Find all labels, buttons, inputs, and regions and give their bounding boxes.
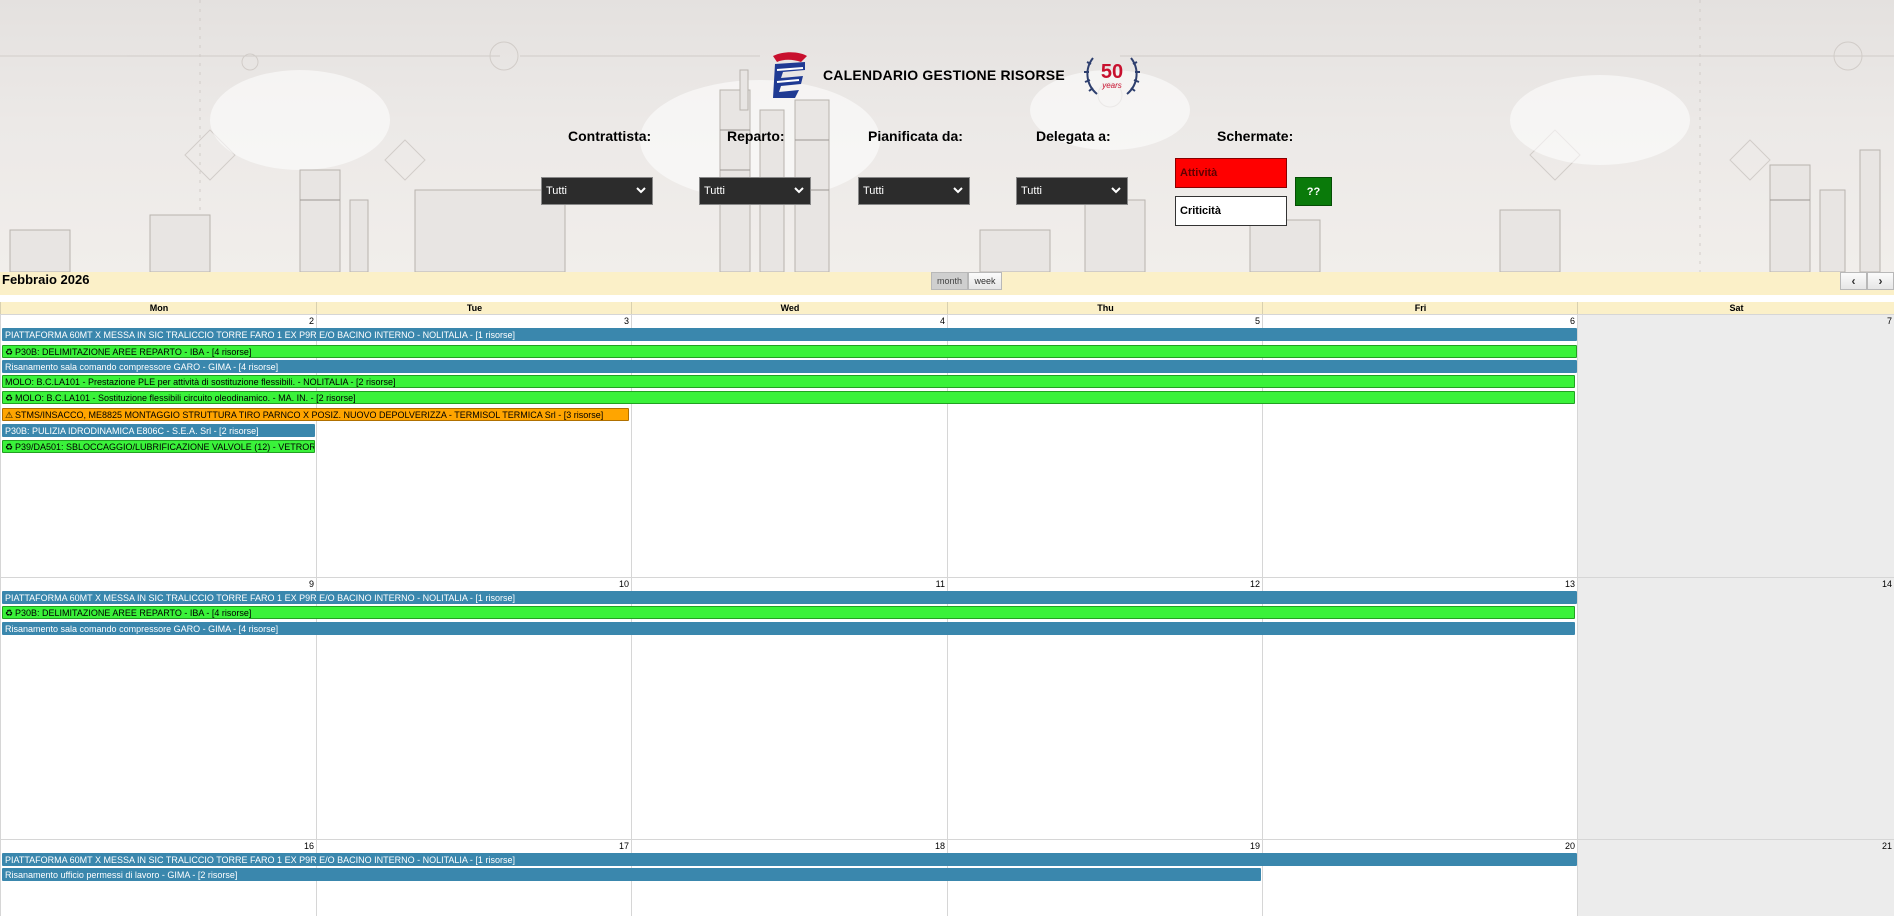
pianificata-select[interactable]: Tutti (858, 177, 970, 205)
day-cell-weekend[interactable]: 21 (1577, 839, 1894, 916)
day-cell[interactable]: 20 (1262, 839, 1577, 916)
calendar-event[interactable]: Risanamento sala comando compressore GAR… (2, 622, 1575, 635)
day-number: 20 (1564, 841, 1575, 851)
calendar-event[interactable]: PIATTAFORMA 60MT X MESSA IN SIC TRALICCI… (2, 591, 1577, 604)
event-label: Risanamento ufficio permessi di lavoro -… (5, 870, 238, 880)
day-number: 9 (308, 579, 314, 589)
contrattista-select[interactable]: Tutti (541, 177, 653, 205)
day-number: 3 (623, 316, 629, 326)
day-cell-weekend[interactable]: 14 (1577, 577, 1894, 839)
dow-tue: Tue (316, 302, 632, 314)
reparto-select[interactable]: Tutti (699, 177, 811, 205)
delegata-select[interactable]: Tutti (1016, 177, 1128, 205)
week-view-button[interactable]: week (968, 272, 1002, 290)
event-label: P30B: DELIMITAZIONE AREE REPARTO - IBA -… (15, 608, 252, 618)
calendar-event[interactable]: Risanamento ufficio permessi di lavoro -… (2, 868, 1261, 881)
recycle-icon: ♻ (5, 393, 14, 403)
warning-icon: ⚠ (5, 410, 14, 420)
calendar-event[interactable]: ♻ P39/DA501: SBLOCCAGGIO/LUBRIFICAZIONE V… (2, 440, 315, 453)
month-view-button[interactable]: month (931, 272, 968, 290)
chevron-down-icon (953, 187, 963, 194)
day-number: 10 (618, 579, 629, 589)
day-number: 13 (1564, 579, 1575, 589)
event-label: P30B: PULIZIA IDRODINAMICA E806C - S.E.A… (5, 426, 259, 436)
day-number: 12 (1249, 579, 1260, 589)
event-label: PIATTAFORMA 60MT X MESSA IN SIC TRALICCI… (5, 593, 515, 603)
day-number: 4 (939, 316, 945, 326)
calendar-event[interactable]: PIATTAFORMA 60MT X MESSA IN SIC TRALICCI… (2, 328, 1577, 341)
event-label: PIATTAFORMA 60MT X MESSA IN SIC TRALICCI… (5, 855, 515, 865)
chevron-down-icon (1111, 187, 1121, 194)
company-logo-icon (773, 52, 807, 98)
day-number: 11 (935, 579, 945, 589)
reparto-select-value: Tutti (704, 185, 725, 197)
calendar-event[interactable]: ♻ P30B: DELIMITAZIONE AREE REPARTO - IBA … (2, 345, 1577, 358)
event-label: Risanamento sala comando compressore GAR… (5, 624, 279, 634)
contrattista-select-value: Tutti (546, 185, 567, 197)
schermate-label: Schermate: (1217, 128, 1294, 144)
calendar-event[interactable]: MOLO: B.C.LA101 - Prestazione PLE per at… (2, 375, 1575, 388)
day-cell-weekend[interactable]: 7 (1577, 314, 1894, 577)
delegata-label: Delegata a: (1036, 128, 1111, 144)
event-label: P39/DA501: SBLOCCAGGIO/LUBRIFICAZIONE VA… (15, 442, 315, 452)
attivita-button[interactable]: Attività (1175, 158, 1287, 188)
calendar-event[interactable]: P30B: PULIZIA IDRODINAMICA E806C - S.E.A… (2, 424, 315, 437)
dow-thu: Thu (947, 302, 1263, 314)
day-number: 21 (1881, 841, 1892, 851)
event-label: MOLO: B.C.LA101 - Prestazione PLE per at… (5, 377, 396, 387)
contrattista-label: Contrattista: (568, 128, 652, 144)
event-label: PIATTAFORMA 60MT X MESSA IN SIC TRALICCI… (5, 330, 515, 340)
dow-wed: Wed (631, 302, 948, 314)
seal-number: 50 (1101, 61, 1123, 83)
seal-word: years (1101, 81, 1122, 90)
brand-header: CALENDARIO GESTIONE RISORSE 50 years (765, 50, 1141, 100)
day-number: 5 (1254, 316, 1260, 326)
calendar-toolbar: Febbraio 2026 month week ‹ › (0, 272, 1894, 295)
day-number: 6 (1569, 316, 1575, 326)
day-number: 19 (1249, 841, 1260, 851)
recycle-icon: ♻ (5, 608, 14, 618)
recycle-icon: ♻ (5, 347, 14, 357)
day-number: 16 (303, 841, 314, 851)
page-title: CALENDARIO GESTIONE RISORSE (823, 67, 1065, 83)
week-row-1: 2 3 4 5 6 7 PIATTAFORMA 60MT X MESSA IN … (0, 314, 1894, 577)
event-label: P30B: DELIMITAZIONE AREE REPARTO - IBA -… (15, 347, 252, 357)
day-of-week-header: Mon Tue Wed Thu Fri Sat (0, 302, 1894, 314)
calendar-event[interactable]: ♻ P30B: DELIMITAZIONE AREE REPARTO - IBA … (2, 606, 1575, 619)
dow-sat: Sat (1577, 302, 1894, 314)
prev-month-button[interactable]: ‹ (1840, 272, 1867, 290)
day-number: 14 (1881, 579, 1892, 589)
dow-fri: Fri (1262, 302, 1578, 314)
calendar-event[interactable]: PIATTAFORMA 60MT X MESSA IN SIC TRALICCI… (2, 853, 1577, 866)
recycle-icon: ♻ (5, 442, 14, 452)
calendar-event[interactable]: Risanamento sala comando compressore GAR… (2, 360, 1577, 373)
criticita-button[interactable]: Criticità (1175, 196, 1287, 226)
month-title: Febbraio 2026 (2, 272, 90, 287)
day-number: 18 (934, 841, 945, 851)
day-number: 7 (1886, 316, 1892, 326)
next-month-button[interactable]: › (1867, 272, 1894, 290)
dow-mon: Mon (0, 302, 317, 314)
anniversary-seal-icon: 50 years (1083, 57, 1140, 95)
day-number: 2 (308, 316, 314, 326)
chevron-down-icon (794, 187, 804, 194)
header-banner: CALENDARIO GESTIONE RISORSE 50 years Con… (0, 0, 1894, 272)
event-label: MOLO: B.C.LA101 - Sostituzione flessibil… (15, 393, 356, 403)
day-number: 17 (618, 841, 629, 851)
delegata-select-value: Tutti (1021, 185, 1042, 197)
pianificata-label: Pianificata da: (868, 128, 963, 144)
event-label: Risanamento sala comando compressore GAR… (5, 362, 279, 372)
help-button[interactable]: ?? (1295, 177, 1332, 206)
event-label: STMS/INSACCO, ME8825 MONTAGGIO STRUTTURA… (15, 410, 604, 420)
reparto-label: Reparto: (727, 128, 785, 144)
calendar-event[interactable]: ♻ MOLO: B.C.LA101 - Sostituzione flessibi… (2, 391, 1575, 404)
week-row-3: 16 17 18 19 20 21 PIATTAFORMA 60MT X MES… (0, 839, 1894, 916)
pianificata-select-value: Tutti (863, 185, 884, 197)
chevron-down-icon (636, 187, 646, 194)
week-row-2: 9 10 11 12 13 14 PIATTAFORMA 60MT X MESS… (0, 577, 1894, 839)
calendar-event[interactable]: ⚠ STMS/INSACCO, ME8825 MONTAGGIO STRUTTUR… (2, 408, 629, 421)
